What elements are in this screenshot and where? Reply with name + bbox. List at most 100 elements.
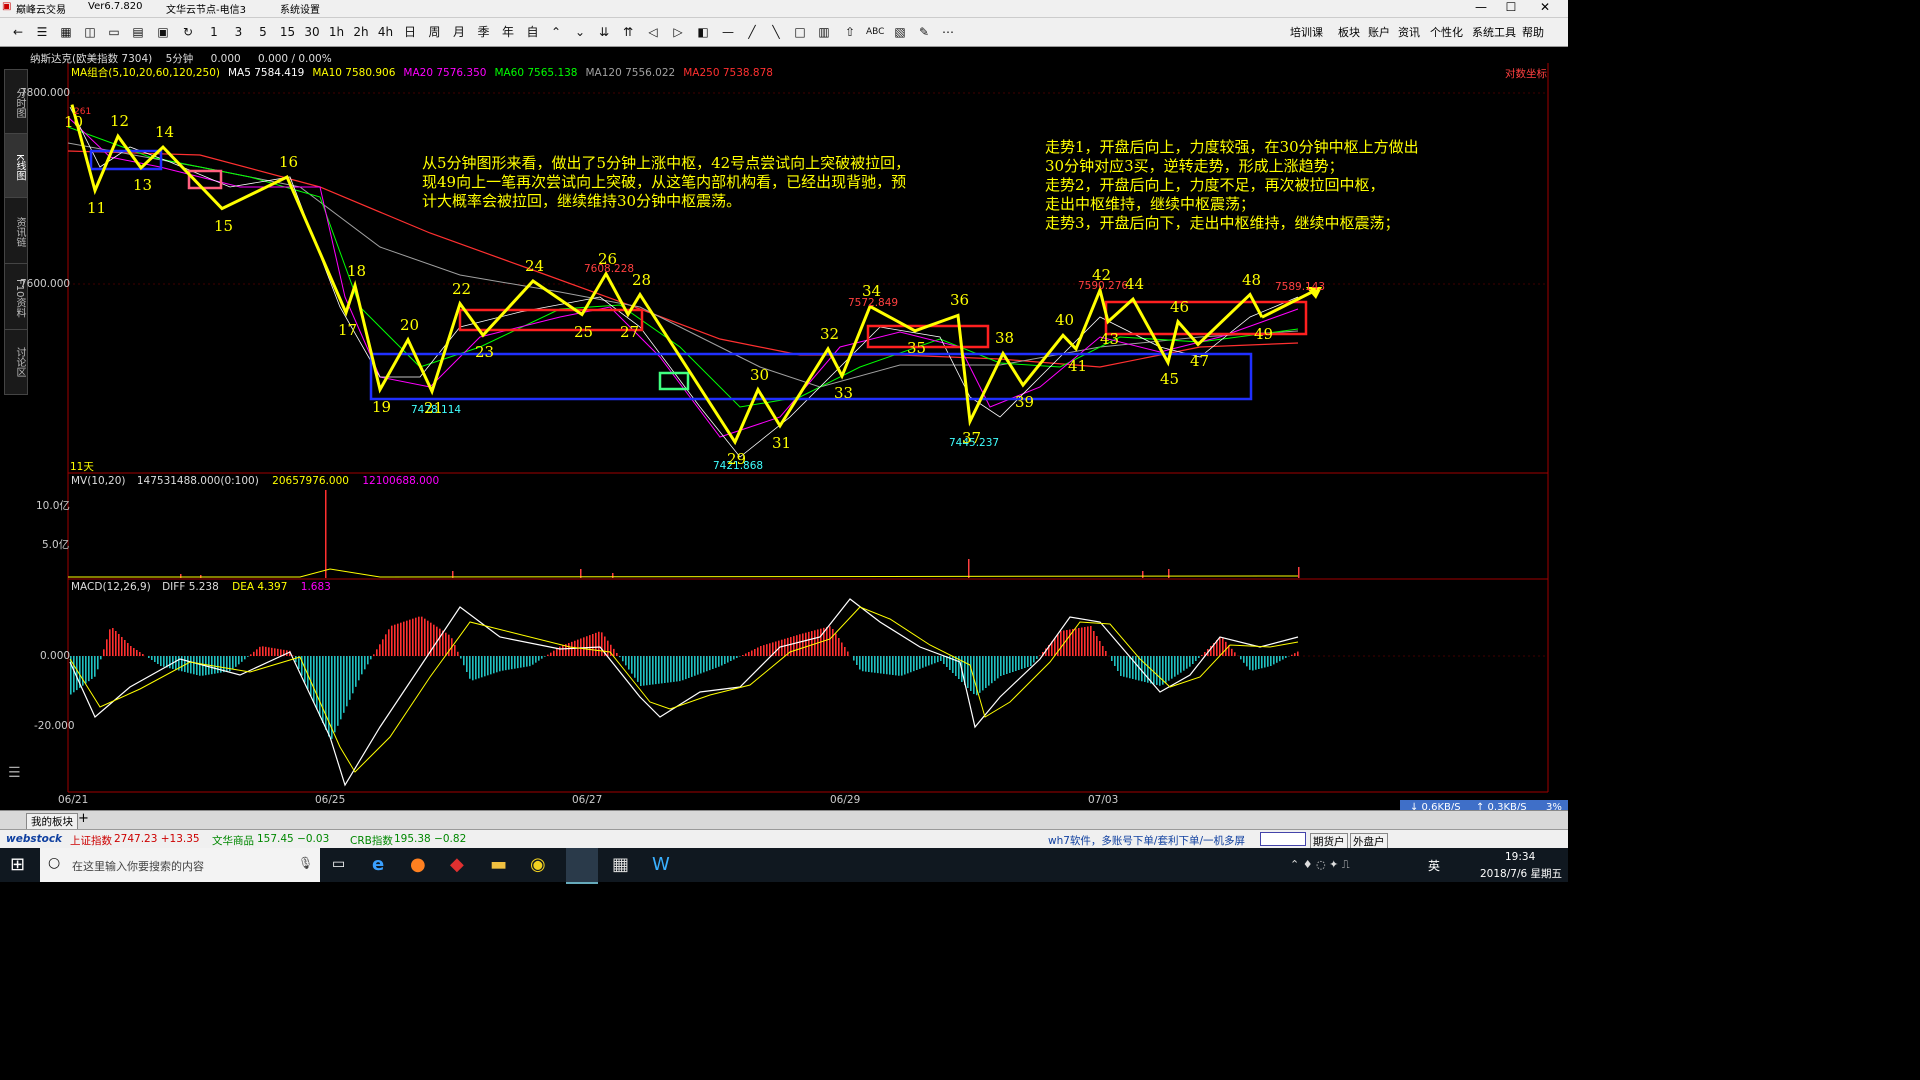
list-icon[interactable]: ☰ — [34, 23, 50, 41]
period-button-7[interactable]: 4h — [378, 23, 394, 41]
calculator-icon[interactable]: ▦ — [612, 854, 629, 875]
ime-indicator[interactable]: 英 — [1428, 857, 1440, 874]
period-button-1[interactable]: 3 — [231, 23, 247, 41]
period-button-13[interactable]: 自 — [525, 23, 541, 41]
index2-name[interactable]: 文华商品 — [212, 833, 254, 848]
edge-icon[interactable]: e — [372, 854, 384, 875]
chevron-up-icon[interactable]: ⌃ — [548, 23, 564, 41]
menu-item-2[interactable]: 账户 — [1368, 24, 1390, 40]
rect-icon[interactable]: □ — [792, 23, 808, 41]
trend-line-icon[interactable]: ╱ — [744, 23, 760, 41]
index3-name[interactable]: CRB指数 — [350, 833, 393, 848]
period-button-6[interactable]: 2h — [353, 23, 369, 41]
period-button-5[interactable]: 1h — [329, 23, 345, 41]
minimize-button[interactable]: — — [1466, 0, 1496, 17]
macd-bar — [826, 627, 828, 656]
app-icon[interactable]: ◆ — [450, 854, 464, 875]
macd-bar — [988, 656, 990, 686]
add-tab-button[interactable]: + — [78, 811, 89, 826]
right-icon[interactable]: ▷ — [670, 23, 686, 41]
wps-icon[interactable]: W — [652, 854, 670, 875]
period-button-3[interactable]: 15 — [280, 23, 296, 41]
ma-group-label[interactable]: MA组合(5,10,20,60,120,250) — [71, 67, 220, 79]
window-icon[interactable]: ▭ — [106, 23, 122, 41]
mic-icon[interactable]: 🎙 — [298, 856, 313, 870]
tray-icons[interactable]: ⌃ ♦ ◌ ✦ ⎍ — [1290, 858, 1350, 872]
macd-bar — [196, 656, 198, 675]
calc-icon[interactable]: ▤ — [130, 23, 146, 41]
more-icon[interactable]: ⋯ — [940, 23, 956, 41]
double-down-icon[interactable]: ⇊ — [596, 23, 612, 41]
browser-icon[interactable]: ● — [410, 854, 426, 875]
macd-bar — [1039, 655, 1041, 656]
macd-bar — [337, 656, 339, 726]
refresh-icon[interactable]: ↻ — [180, 23, 196, 41]
annotation-left: 从5分钟图形来看，做出了5分钟上涨中枢，42号点尝试向上突破被拉回， 现49向上… — [422, 154, 911, 210]
menu-item-0[interactable]: 培训课 — [1290, 24, 1323, 40]
coin-icon[interactable]: ◉ — [530, 854, 546, 875]
hline-icon[interactable]: — — [720, 23, 736, 41]
clock-time[interactable]: 19:34 — [1505, 851, 1535, 863]
brand-logo: webstock — [6, 833, 63, 845]
arrow-up-icon[interactable]: ⇧ — [842, 23, 858, 41]
server-name[interactable]: 文华云节点-电信3 — [166, 1, 246, 16]
save-icon[interactable]: ▣ — [155, 23, 171, 41]
folder-icon[interactable]: ▬ — [490, 854, 507, 875]
menu-item-3[interactable]: 资讯 — [1398, 24, 1420, 40]
macd-bar — [556, 648, 558, 656]
macd-bar — [472, 656, 474, 681]
macd-bar — [640, 656, 642, 686]
period-button-8[interactable]: 日 — [402, 23, 418, 41]
clock-date[interactable]: 2018/7/6 星期五 — [1480, 866, 1562, 881]
period-select[interactable]: 5分钟 — [166, 53, 194, 65]
windows-start-icon[interactable]: ⊞ — [10, 854, 25, 875]
close-button[interactable]: ✕ — [1530, 0, 1560, 17]
quick-search-input[interactable] — [1260, 832, 1306, 846]
macd-bar — [1090, 626, 1092, 656]
tab-my-board[interactable]: 我的板块 — [26, 813, 78, 830]
chevron-down-icon[interactable]: ⌄ — [572, 23, 588, 41]
system-menu[interactable]: 系统设置 — [280, 1, 320, 16]
text-icon[interactable]: ABC — [866, 23, 884, 41]
back-icon[interactable]: ← — [10, 23, 26, 41]
pen-icon[interactable]: ✎ — [916, 23, 932, 41]
menu-item-4[interactable]: 个性化 — [1430, 24, 1463, 40]
period-button-9[interactable]: 周 — [427, 23, 443, 41]
left-icon[interactable]: ◁ — [645, 23, 661, 41]
menu-item-1[interactable]: 板块 — [1338, 24, 1360, 40]
period-button-0[interactable]: 1 — [206, 23, 222, 41]
maximize-button[interactable]: ☐ — [1496, 0, 1526, 17]
macd-bar — [1024, 656, 1026, 668]
index1-name[interactable]: 上证指数 — [70, 833, 112, 848]
period-button-4[interactable]: 30 — [304, 23, 320, 41]
fill-icon[interactable]: ▧ — [892, 23, 908, 41]
macd-bar — [1018, 656, 1020, 670]
volume-label[interactable]: MV(10,20) — [71, 475, 126, 487]
split-icon[interactable]: ◫ — [82, 23, 98, 41]
menu-item-6[interactable]: 帮助 — [1522, 24, 1544, 40]
macd-bar — [919, 656, 921, 669]
macd-bar — [412, 618, 414, 656]
macd-bar — [925, 656, 927, 667]
double-up-icon[interactable]: ⇈ — [620, 23, 636, 41]
menu-item-5[interactable]: 系统工具 — [1472, 24, 1516, 40]
taskbar-search[interactable]: ○ 在这里输入你要搜索的内容 🎙 — [40, 848, 320, 882]
period-button-12[interactable]: 年 — [500, 23, 516, 41]
channel-icon[interactable]: ▥ — [816, 23, 832, 41]
macd-bar — [547, 654, 549, 656]
macd-label[interactable]: MACD(12,26,9) — [71, 581, 151, 593]
macd-bar — [997, 656, 999, 679]
period-button-2[interactable]: 5 — [255, 23, 271, 41]
period-button-11[interactable]: 季 — [476, 23, 492, 41]
list-menu-icon[interactable]: ☰ — [8, 765, 21, 781]
zigzag-point-label: 18 — [347, 261, 367, 280]
trading-app-taskbar-icon[interactable] — [566, 848, 598, 884]
ray-icon[interactable]: ╲ — [768, 23, 784, 41]
layout-icon[interactable]: ◧ — [695, 23, 711, 41]
period-button-10[interactable]: 月 — [451, 23, 467, 41]
promo-text[interactable]: wh7软件，多账号下单/套利下单/一机多屏 — [1048, 833, 1245, 848]
task-view-icon[interactable]: ▭ — [332, 856, 345, 872]
symbol-name[interactable]: 纳斯达克(欧美指数 7304) — [30, 53, 152, 65]
log-scale-toggle[interactable]: 对数坐标 — [1505, 66, 1547, 81]
grid-icon[interactable]: ▦ — [58, 23, 74, 41]
